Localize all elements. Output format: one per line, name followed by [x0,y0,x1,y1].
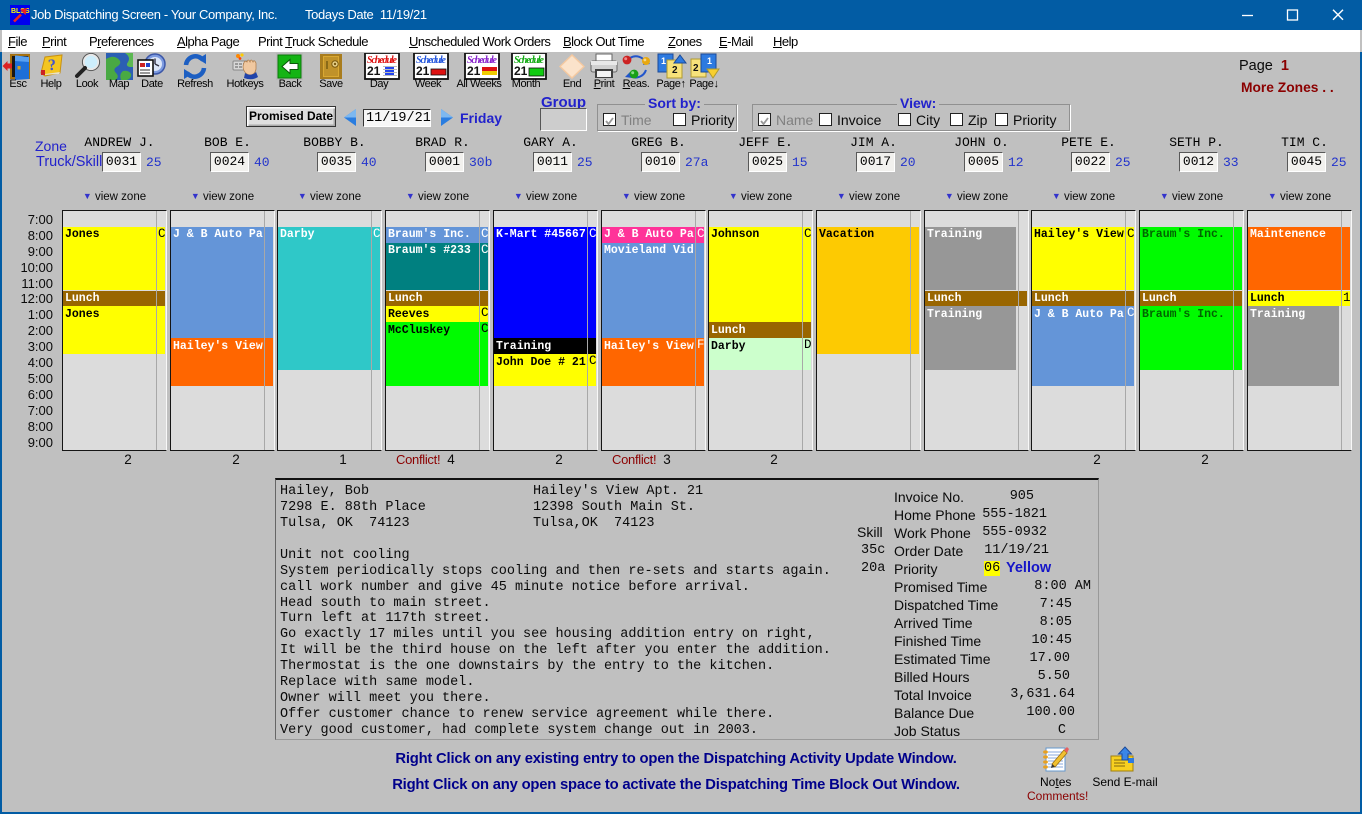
svg-text:BLSS: BLSS [11,8,30,15]
svg-text:21: 21 [467,64,481,78]
svg-text:21: 21 [416,64,430,78]
svg-text:1: 1 [707,56,712,66]
svg-text:21: 21 [367,64,381,78]
svg-text:2: 2 [693,63,699,74]
svg-text:21: 21 [514,64,528,78]
svg-text:1: 1 [661,56,666,66]
